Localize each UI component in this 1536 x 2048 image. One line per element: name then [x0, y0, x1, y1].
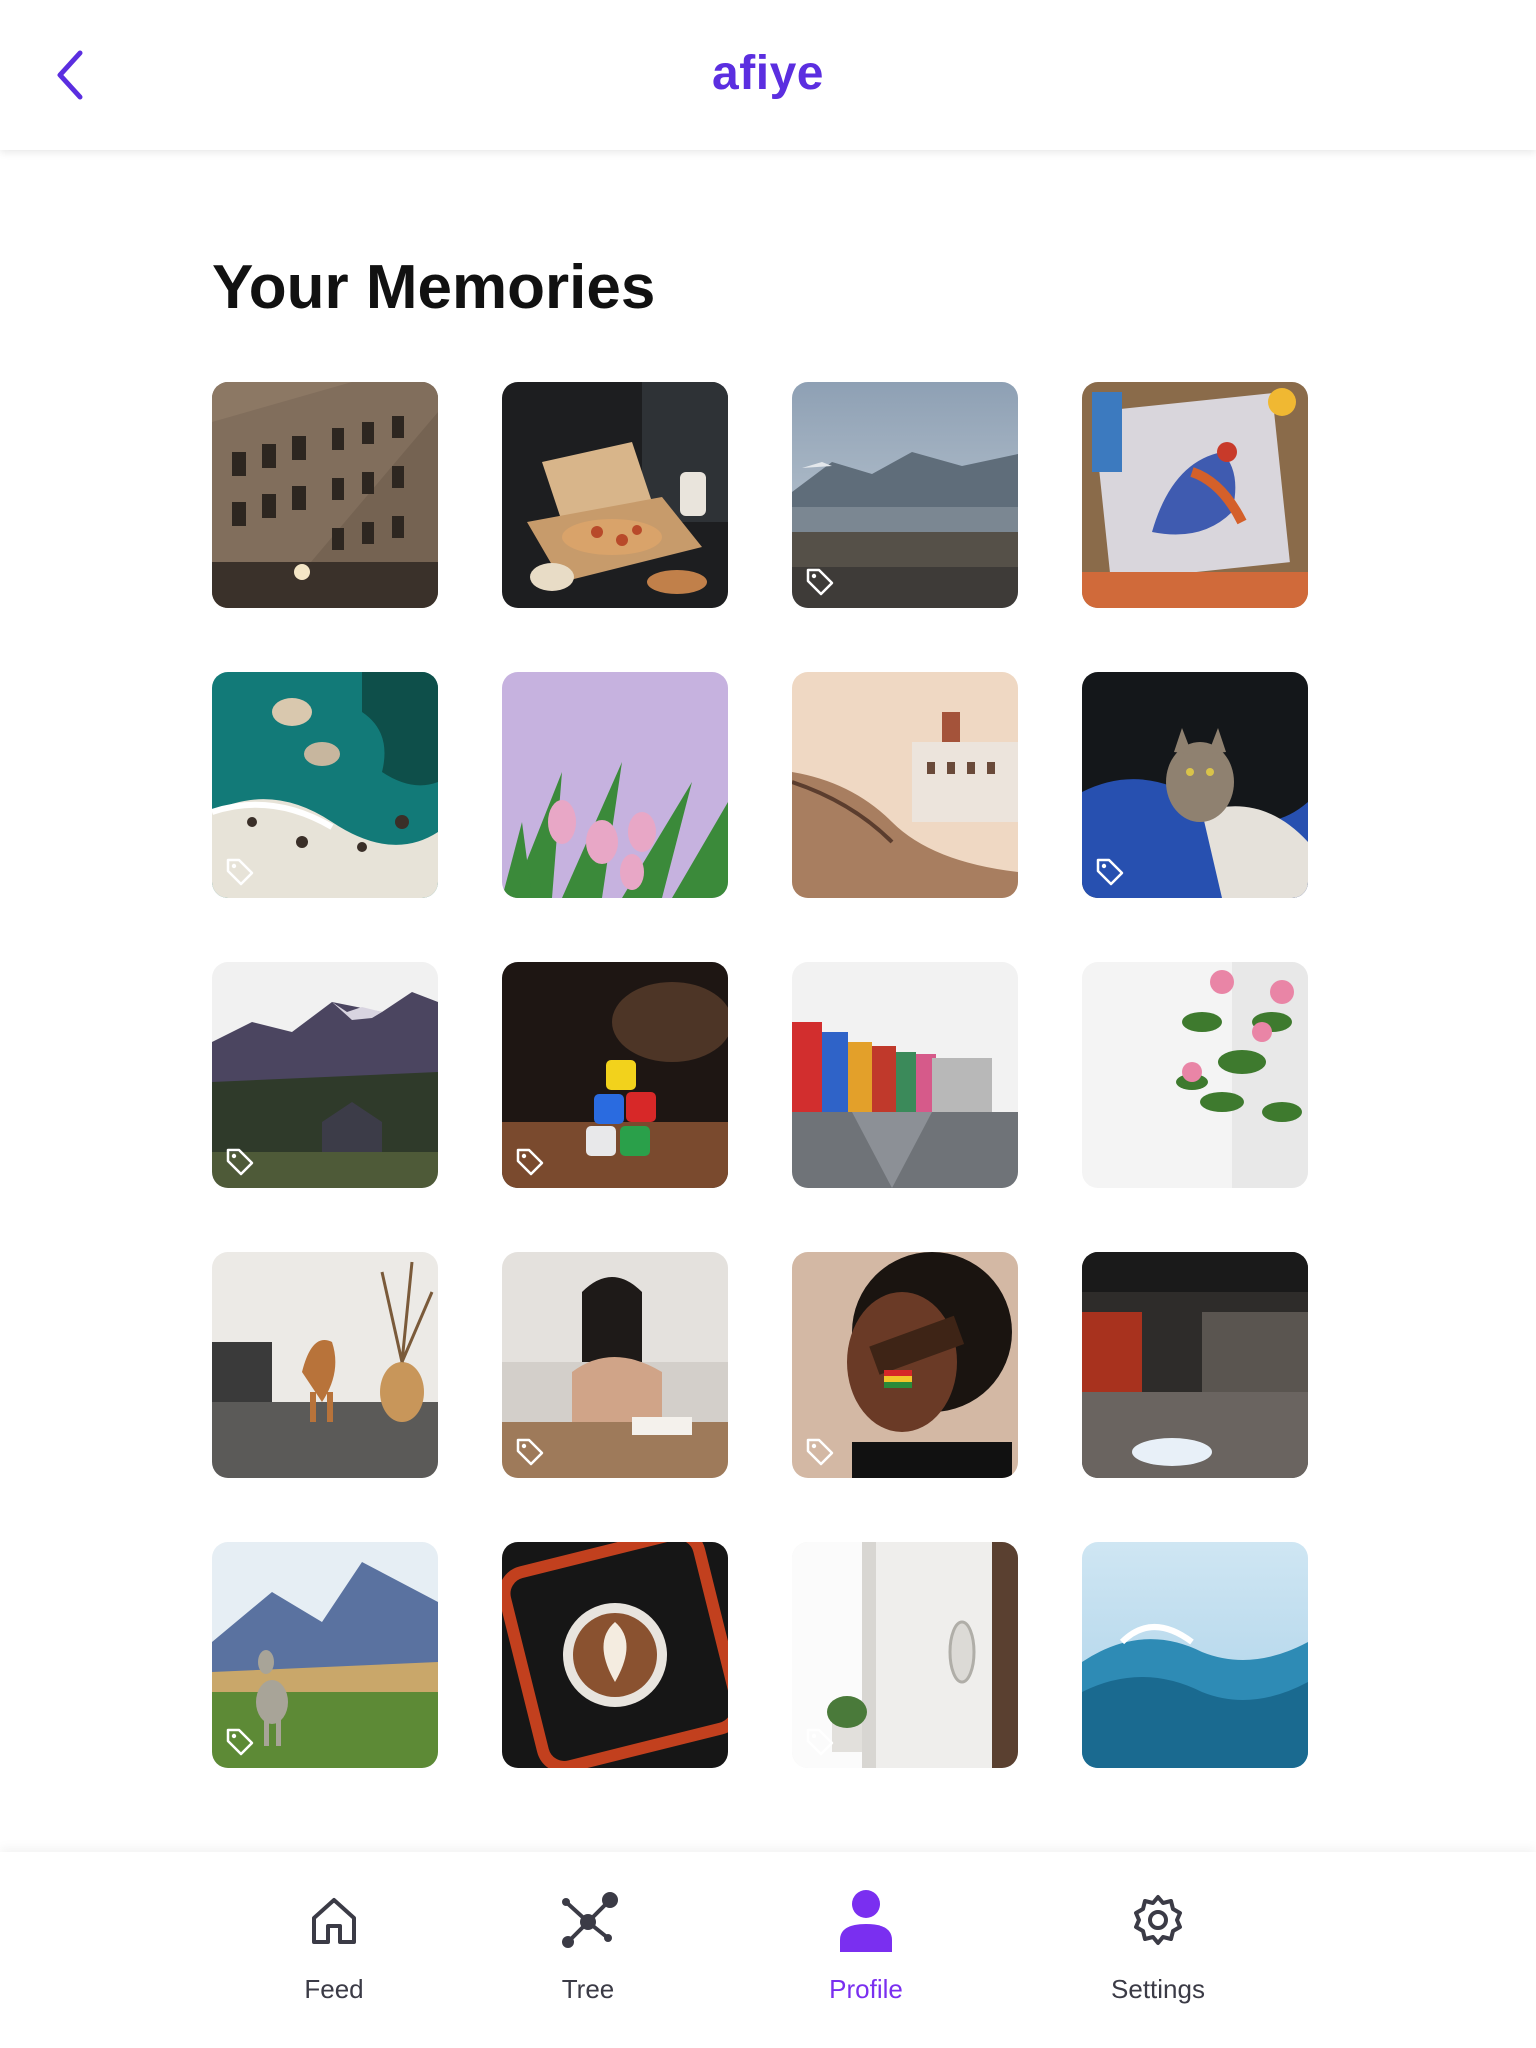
bottom-nav: Feed Tree Profile Settings	[0, 1852, 1536, 2048]
nav-item-feed[interactable]: Feed	[224, 1852, 444, 2048]
memory-tile[interactable]	[792, 1252, 1018, 1478]
home-icon	[312, 1898, 356, 1944]
memory-tile[interactable]	[1082, 1542, 1308, 1768]
memory-photo-canal-street	[792, 962, 1018, 1188]
memory-photo-tulips	[502, 672, 728, 898]
nav-item-tree[interactable]: Tree	[478, 1852, 698, 2048]
tag-icon	[516, 1438, 544, 1466]
memory-photo-pink-flowers	[1082, 962, 1308, 1188]
nav-label-feed: Feed	[304, 1974, 364, 2004]
memory-tile[interactable]	[1082, 672, 1308, 898]
memory-tile[interactable]	[212, 1252, 438, 1478]
memory-tile[interactable]	[792, 382, 1018, 608]
memory-tile[interactable]	[212, 382, 438, 608]
memory-tile[interactable]	[502, 672, 728, 898]
tag-icon	[516, 1148, 544, 1176]
user-icon	[840, 1890, 892, 1952]
memory-tile[interactable]	[502, 382, 728, 608]
tag-icon	[226, 858, 254, 886]
tag-icon	[226, 1728, 254, 1756]
memories-page: afiye Your Memories Feed Tree Profile Se…	[0, 0, 1536, 2048]
memory-tile[interactable]	[502, 962, 728, 1188]
memory-tile[interactable]	[792, 672, 1018, 898]
memory-tile[interactable]	[792, 962, 1018, 1188]
memory-photo-rooster-painting	[1082, 382, 1308, 608]
memory-tile[interactable]	[212, 672, 438, 898]
tag-icon	[806, 1438, 834, 1466]
memory-photo-horse-decor	[212, 1252, 438, 1478]
memory-photo-pizza	[502, 382, 728, 608]
memory-tile[interactable]	[502, 1252, 728, 1478]
nav-label-tree: Tree	[561, 1974, 615, 2004]
app-title: afiye	[712, 47, 824, 100]
memory-tile[interactable]	[1082, 962, 1308, 1188]
memory-tile[interactable]	[212, 962, 438, 1188]
nav-label-profile: Profile	[829, 1974, 903, 2004]
memory-tile[interactable]	[1082, 382, 1308, 608]
memory-tile[interactable]	[502, 1542, 728, 1768]
memory-tile[interactable]	[792, 1542, 1018, 1768]
memory-photo-river-town	[792, 672, 1018, 898]
app-header: afiye	[0, 0, 1536, 150]
tag-icon	[806, 568, 834, 596]
tag-icon	[226, 1148, 254, 1176]
tag-icon	[806, 1728, 834, 1756]
network-icon	[562, 1892, 618, 1948]
memory-tile[interactable]	[1082, 1252, 1308, 1478]
nav-label-settings: Settings	[1111, 1974, 1205, 2004]
memory-photo-ocean-wave	[1082, 1542, 1308, 1768]
memory-tile[interactable]	[212, 1542, 438, 1768]
memory-photo-building	[212, 382, 438, 608]
memory-photo-studio-room	[1082, 1252, 1308, 1478]
memory-photo-latte	[502, 1542, 728, 1768]
section-title: Your Memories	[212, 253, 656, 322]
tag-icon	[1096, 858, 1124, 886]
memories-grid	[212, 382, 1326, 1770]
gear-icon	[1134, 1895, 1182, 1945]
nav-item-profile[interactable]: Profile	[756, 1852, 976, 2048]
nav-item-settings[interactable]: Settings	[1048, 1852, 1268, 2048]
